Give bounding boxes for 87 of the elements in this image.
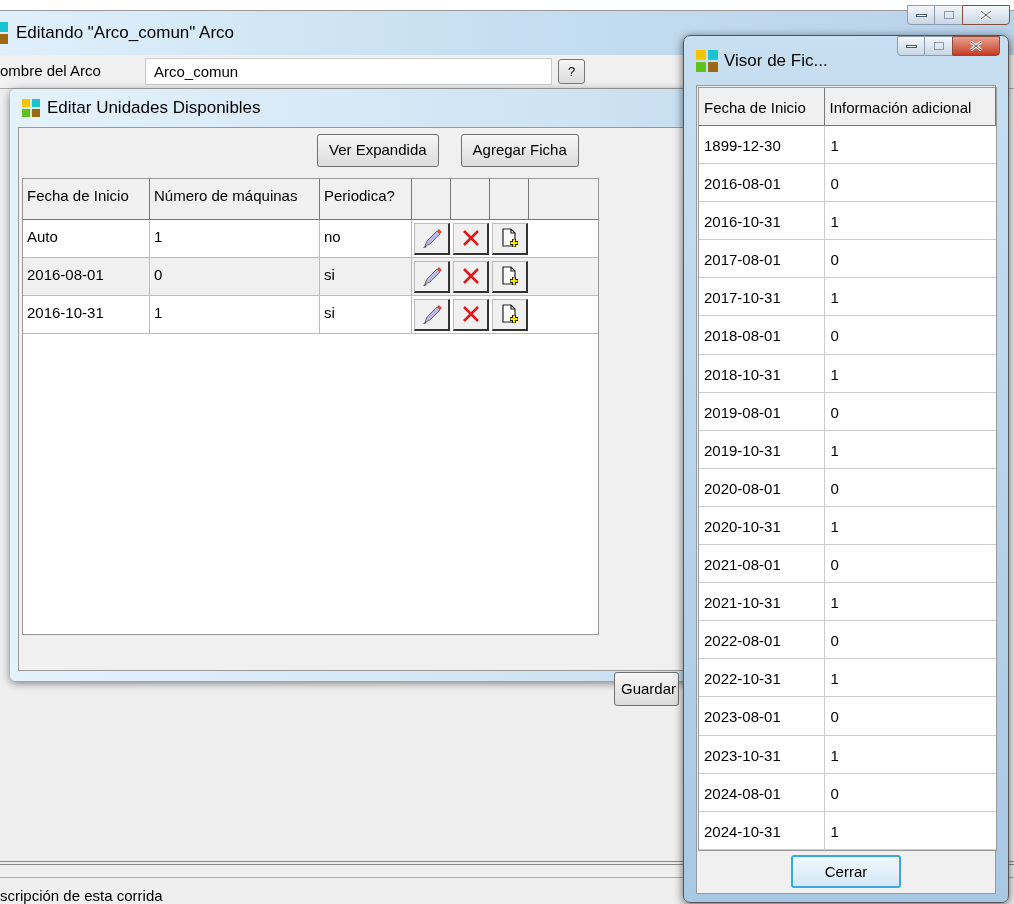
table-cell-text: 1 xyxy=(829,593,840,614)
table-cell: 2018-08-01 xyxy=(699,316,825,354)
delete-button[interactable] xyxy=(453,222,489,255)
table-cell: 2017-08-01 xyxy=(699,240,825,278)
app-icon xyxy=(22,99,40,117)
app-icon xyxy=(696,49,718,72)
table-cell: 2017-10-31 xyxy=(699,278,825,316)
dialog-button[interactable]: Agregar Ficha xyxy=(460,134,579,167)
close-dialog-button[interactable]: Cerrar xyxy=(791,855,901,889)
table-cell: 2020-10-31 xyxy=(699,506,825,545)
table-cell-text: 0 xyxy=(829,783,840,804)
add-button[interactable] xyxy=(492,298,528,331)
table-cell-text: 1 xyxy=(829,212,840,233)
table-cell-text: 0 xyxy=(829,174,840,195)
app-icon xyxy=(0,22,8,44)
table-cell: 2021-10-31 xyxy=(699,583,825,621)
column-header[interactable]: Fecha de Inicio xyxy=(699,88,825,125)
table-cell-text: 1 xyxy=(829,516,840,537)
table-cell: 1899-12-30 xyxy=(699,126,825,164)
table-cell-text: 1 xyxy=(829,288,840,309)
add-page-icon xyxy=(499,265,520,287)
table-cell-text: 0 xyxy=(829,326,840,347)
viewer-title: Visor de Fic... xyxy=(724,49,828,72)
table-cell: si xyxy=(320,296,412,333)
status-text: scripción de esta corrida xyxy=(0,887,163,904)
field-label: ombre del Arco xyxy=(0,61,102,82)
table-cell: 0 xyxy=(150,258,320,295)
save-button[interactable]: Guardar xyxy=(614,672,680,706)
table-cell: 2023-08-01 xyxy=(699,697,825,735)
table-cell-text: 1 xyxy=(829,669,840,690)
dialog-button[interactable]: Ver Expandida xyxy=(317,134,439,167)
table-cell: 2019-10-31 xyxy=(699,430,825,468)
dialog-title: Editar Unidades Disponibles xyxy=(47,97,261,120)
close-button[interactable] xyxy=(962,5,1010,25)
table-cell: 2016-10-31 xyxy=(699,202,825,240)
table-cell: 2020-08-01 xyxy=(699,468,825,506)
table-cell-text: 1 xyxy=(829,745,840,766)
table-cell: 2016-08-01 xyxy=(699,164,825,202)
table-cell-text: 1 xyxy=(829,440,840,461)
table-cell: 1 xyxy=(150,220,320,257)
table-cell: 2023-10-31 xyxy=(699,735,825,773)
column-header[interactable]: Periodica? xyxy=(320,179,412,219)
table-cell-text: 0 xyxy=(829,250,840,271)
table-cell: si xyxy=(320,258,412,295)
window-title: Editando "Arco_comun" Arco xyxy=(16,22,235,45)
table-cell-text: 0 xyxy=(829,478,840,499)
table-cell-text: 1 xyxy=(829,364,840,385)
table-cell-text: 1 xyxy=(829,136,840,156)
minimize-button[interactable] xyxy=(897,36,925,56)
table-cell: 2024-10-31 xyxy=(699,811,825,849)
delete-button[interactable] xyxy=(453,260,489,293)
help-button[interactable]: ? xyxy=(558,59,585,84)
table-cell-text: 0 xyxy=(829,631,840,652)
delete-icon xyxy=(460,266,481,286)
add-page-icon xyxy=(499,227,520,249)
table-cell: 2016-10-31 xyxy=(23,296,150,333)
table-cell: 2022-10-31 xyxy=(699,659,825,697)
name-field[interactable]: Arco_comun xyxy=(145,58,552,85)
add-button[interactable] xyxy=(492,260,528,293)
edit-button[interactable] xyxy=(414,222,450,255)
table-cell-text: 1 xyxy=(829,821,840,842)
close-button[interactable] xyxy=(952,36,1000,56)
table-cell: 2024-08-01 xyxy=(699,773,825,811)
add-page-icon xyxy=(499,303,520,325)
table-cell: 2019-08-01 xyxy=(699,392,825,430)
close-icon xyxy=(980,10,992,20)
column-header[interactable]: Fecha de Inicio xyxy=(23,179,150,219)
minimize-button[interactable] xyxy=(907,5,935,25)
edit-button[interactable] xyxy=(414,298,450,331)
edit-button[interactable] xyxy=(414,260,450,293)
table-cell-text: 0 xyxy=(829,555,840,576)
table-cell: no xyxy=(320,220,412,257)
delete-icon xyxy=(460,228,481,248)
table-cell: Auto xyxy=(23,220,150,257)
table-cell: 2018-10-31 xyxy=(699,354,825,392)
table-cell: 2022-08-01 xyxy=(699,621,825,659)
delete-icon xyxy=(460,304,481,324)
column-header[interactable]: Información adicional xyxy=(824,88,996,125)
close-icon xyxy=(970,41,982,51)
table-cell: 1 xyxy=(150,296,320,333)
column-header[interactable]: Número de máquinas xyxy=(150,179,320,219)
table-cell: 2021-08-01 xyxy=(699,545,825,583)
table-cell-text: 0 xyxy=(829,707,840,728)
table-cell: 2016-08-01 xyxy=(23,258,150,295)
table-cell-text: 0 xyxy=(829,402,840,423)
add-button[interactable] xyxy=(492,222,528,255)
delete-button[interactable] xyxy=(453,298,489,331)
